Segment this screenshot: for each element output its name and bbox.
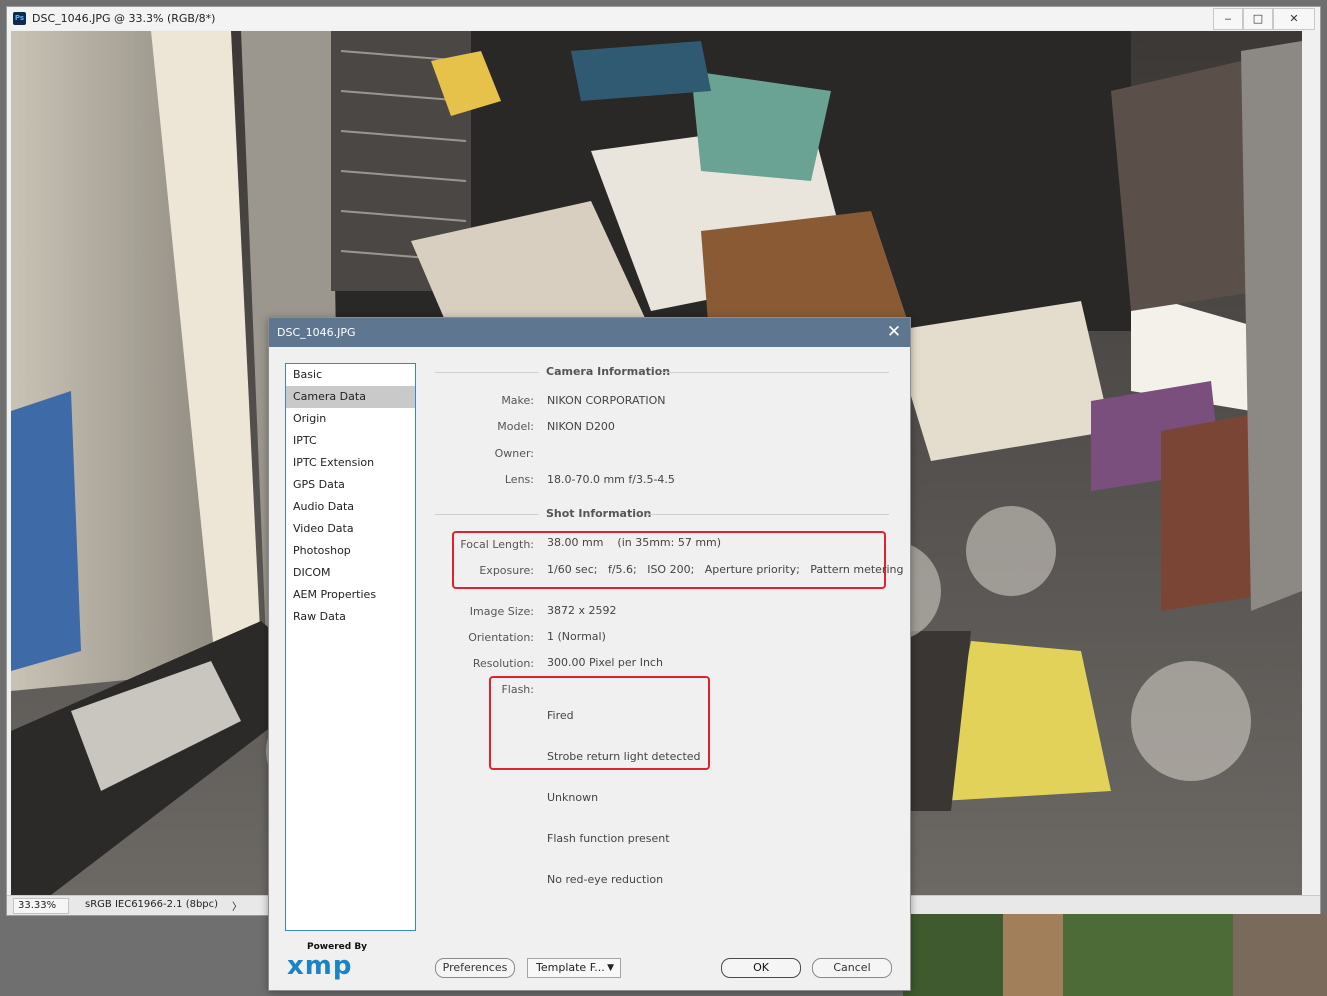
photoshop-logo-icon: Ps xyxy=(13,12,26,25)
orientation-value: 1 (Normal) xyxy=(547,630,606,643)
maximize-button[interactable]: □ xyxy=(1243,8,1273,30)
xmp-logo: xmp xyxy=(287,951,353,981)
exposure-label: Exposure: xyxy=(479,564,534,577)
cancel-button[interactable]: Cancel xyxy=(812,958,892,978)
flash-value-line: Fired xyxy=(547,709,574,722)
category-audio-data[interactable]: Audio Data xyxy=(286,496,415,518)
close-window-button[interactable]: ✕ xyxy=(1273,8,1315,30)
color-profile-text: sRGB IEC61966-2.1 (8bpc) xyxy=(85,899,219,910)
chevron-down-icon: ▼ xyxy=(607,963,614,973)
section-divider xyxy=(661,372,889,373)
section-divider xyxy=(435,372,539,373)
ok-button[interactable]: OK xyxy=(721,958,801,978)
file-info-dialog: DSC_1046.JPG ✕ Basic Camera Data Origin … xyxy=(268,317,911,991)
dialog-titlebar[interactable]: DSC_1046.JPG ✕ xyxy=(269,318,910,347)
document-title: DSC_1046.JPG @ 33.3% (RGB/8*) xyxy=(32,12,216,25)
flash-label: Flash: xyxy=(501,683,534,696)
lens-label: Lens: xyxy=(504,473,534,486)
model-value: NIKON D200 xyxy=(547,420,615,433)
focal-length-value: 38.00 mm (in 35mm: 57 mm) xyxy=(547,536,722,549)
resolution-label: Resolution: xyxy=(472,657,534,670)
flash-value-line: No red-eye reduction xyxy=(547,873,664,886)
flash-value-line: Flash function present xyxy=(547,832,670,845)
camera-information-title: Camera Information xyxy=(546,365,671,378)
status-menu-arrow-icon[interactable]: 〉 xyxy=(232,898,242,913)
preferences-button[interactable]: Preferences xyxy=(435,958,515,978)
flash-value-line: Unknown xyxy=(547,791,599,804)
template-dropdown-label: Template F... xyxy=(536,961,605,974)
flash-value-line: Strobe return light detected xyxy=(547,750,701,763)
close-icon[interactable]: ✕ xyxy=(884,322,904,342)
section-divider xyxy=(435,514,539,515)
image-size-label: Image Size: xyxy=(469,605,534,618)
zoom-level-field[interactable]: 33.33% xyxy=(13,898,69,914)
owner-label: Owner: xyxy=(494,447,534,460)
template-folder-dropdown[interactable]: Template F... ▼ xyxy=(527,958,621,978)
category-basic[interactable]: Basic xyxy=(286,364,415,386)
category-video-data[interactable]: Video Data xyxy=(286,518,415,540)
lens-value: 18.0-70.0 mm f/3.5-4.5 xyxy=(547,473,675,486)
shot-information-title: Shot Information xyxy=(546,507,652,520)
camera-information-heading: Camera Information xyxy=(435,365,889,379)
flash-values: Fired Strobe return light detected Unkno… xyxy=(547,683,701,914)
background-foliage-image xyxy=(903,914,1327,996)
shot-information-heading: Shot Information xyxy=(435,507,889,521)
orientation-label: Orientation: xyxy=(468,631,534,644)
minimize-button[interactable]: ‒ xyxy=(1213,8,1243,30)
make-label: Make: xyxy=(501,394,534,407)
focal-length-label: Focal Length: xyxy=(460,538,534,551)
category-aem-properties[interactable]: AEM Properties xyxy=(286,584,415,606)
model-label: Model: xyxy=(497,420,534,433)
document-titlebar[interactable]: Ps DSC_1046.JPG @ 33.3% (RGB/8*) ‒ □ ✕ xyxy=(7,7,1320,30)
exposure-value: 1/60 sec; f/5.6; ISO 200; Aperture prior… xyxy=(547,563,904,576)
dialog-title: DSC_1046.JPG xyxy=(277,326,356,339)
make-value: NIKON CORPORATION xyxy=(547,394,666,407)
image-size-value: 3872 x 2592 xyxy=(547,604,617,617)
background-window-strip xyxy=(903,914,1327,996)
resolution-value: 300.00 Pixel per Inch xyxy=(547,656,663,669)
section-divider xyxy=(646,514,889,515)
